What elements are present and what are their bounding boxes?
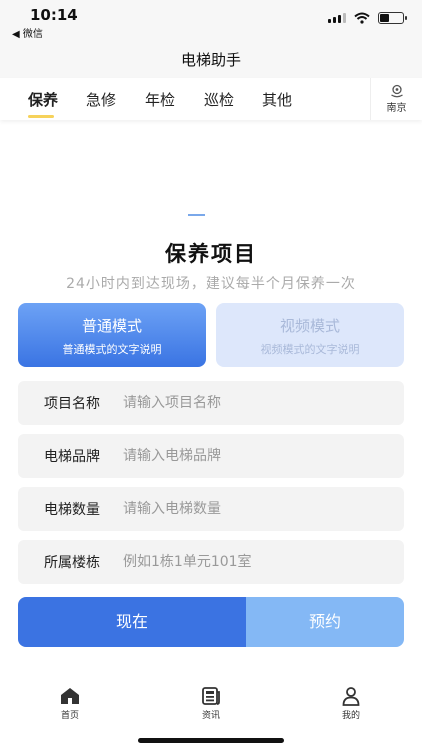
now-button[interactable]: 现在 xyxy=(18,597,246,647)
page-title: 电梯助手 xyxy=(0,42,422,78)
project-name-field: 项目名称 xyxy=(18,381,404,425)
back-to-wechat-link[interactable]: ◀ 微信 xyxy=(12,25,43,40)
tabbar-item-mine[interactable]: 我的 xyxy=(321,686,381,721)
elevator-brand-label: 电梯品牌 xyxy=(44,449,100,465)
tabbar-label-mine: 我的 xyxy=(341,711,360,721)
home-icon xyxy=(61,688,79,704)
status-time: 10:14 xyxy=(30,6,78,24)
wifi-icon xyxy=(354,12,370,24)
tab-other[interactable]: 其他 xyxy=(262,89,292,110)
elevator-count-input[interactable] xyxy=(123,487,404,531)
service-tabs: 保养 急修 年检 巡检 其他 xyxy=(0,78,422,120)
video-mode-description: 视频模式的文字说明 xyxy=(260,343,360,356)
project-name-input[interactable] xyxy=(123,381,404,425)
user-icon xyxy=(342,687,360,706)
normal-mode-button[interactable]: 普通模式 普通模式的文字说明 xyxy=(18,303,206,367)
location-selector[interactable]: 南京 xyxy=(370,78,422,120)
active-tab-indicator xyxy=(28,115,54,118)
tabbar-label-home: 首页 xyxy=(60,711,79,721)
tabbar-label-news: 资讯 xyxy=(201,711,220,721)
building-field: 所属楼栋 xyxy=(18,540,404,584)
project-name-label: 项目名称 xyxy=(44,396,100,412)
elevator-count-field: 电梯数量 xyxy=(18,487,404,531)
location-icon xyxy=(390,84,403,98)
tabbar-item-home[interactable]: 首页 xyxy=(40,686,100,721)
location-label: 南京 xyxy=(386,103,407,114)
book-button[interactable]: 预约 xyxy=(246,597,404,647)
tab-patrol-inspection[interactable]: 巡检 xyxy=(204,89,234,110)
news-icon xyxy=(202,687,220,705)
building-label: 所属楼栋 xyxy=(44,555,100,571)
video-mode-button[interactable]: 视频模式 视频模式的文字说明 xyxy=(216,303,404,367)
elevator-brand-input[interactable] xyxy=(123,434,404,478)
section-subtitle: 24小时内到达现场，建议每半个月保养一次 xyxy=(66,276,356,292)
status-icons xyxy=(328,12,407,24)
battery-icon xyxy=(378,12,407,24)
tab-annual-inspection[interactable]: 年检 xyxy=(145,89,175,110)
video-mode-name: 视频模式 xyxy=(279,317,340,335)
section-title: 保养项目 xyxy=(165,242,257,266)
tab-maintenance[interactable]: 保养 xyxy=(28,89,58,110)
signal-icon xyxy=(328,13,346,23)
tab-emergency-repair[interactable]: 急修 xyxy=(86,89,116,110)
home-indicator xyxy=(138,738,284,743)
normal-mode-description: 普通模式的文字说明 xyxy=(62,343,162,356)
elevator-brand-field: 电梯品牌 xyxy=(18,434,404,478)
status-bar: 10:14 ◀ 微信 xyxy=(0,0,422,42)
tabbar-item-news[interactable]: 资讯 xyxy=(181,686,241,721)
building-input[interactable] xyxy=(123,540,404,584)
normal-mode-name: 普通模式 xyxy=(81,317,142,335)
elevator-count-label: 电梯数量 xyxy=(44,502,100,518)
section-divider xyxy=(188,214,205,216)
